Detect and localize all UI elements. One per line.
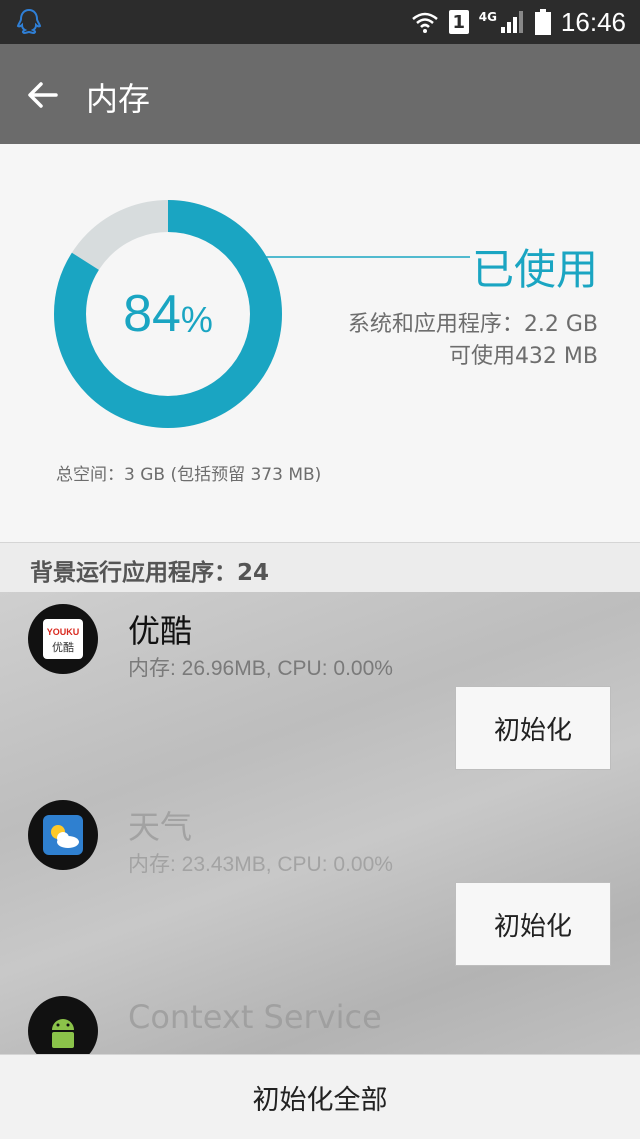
list-item: YOUKU 优酷 优酷 内存: 26.96MB, CPU: 0.00% 初始化 (0, 592, 640, 788)
usage-percent-value: 84 (123, 285, 181, 343)
app-name: 天气 (128, 808, 193, 846)
battery-icon (534, 9, 551, 35)
reset-all-button[interactable]: 初始化全部 (0, 1054, 640, 1139)
youku-logo-text: YOUKU (47, 627, 80, 637)
usage-percent-sign: % (180, 299, 213, 340)
sim-icon: 1 (448, 10, 469, 34)
leader-line (254, 254, 470, 260)
app-name: Context Service (128, 998, 382, 1036)
qq-icon (16, 8, 42, 35)
background-app-list[interactable]: YOUKU 优酷 优酷 内存: 26.96MB, CPU: 0.00% 初始化 … (0, 592, 640, 1054)
sim-slot: 1 (452, 11, 465, 33)
network-type: 4G (478, 10, 497, 24)
list-item: 天气 内存: 23.43MB, CPU: 0.00% 初始化 (0, 788, 640, 984)
system-apps-usage: 系统和应用程序：2.2 GB (347, 312, 598, 337)
app-stats: 内存: 23.43MB, CPU: 0.00% (128, 853, 393, 876)
reset-app-button[interactable]: 初始化 (455, 882, 611, 966)
wifi-icon (411, 12, 438, 33)
total-space: 总空间：3 GB (包括预留 373 MB) (56, 465, 322, 485)
available-memory: 可使用432 MB (448, 344, 598, 369)
app-stats: 内存: 26.96MB, CPU: 0.00% (128, 657, 393, 680)
youku-logo-subtext: 优酷 (52, 641, 74, 654)
app-name: 优酷 (128, 612, 193, 650)
used-label: 已使用 (471, 245, 598, 294)
list-item: Context Service (0, 984, 640, 1054)
status-bar: 1 4G 16:46 (0, 0, 640, 44)
clock: 16:46 (560, 6, 626, 37)
page-title: 内存 (86, 80, 151, 118)
app-bar: 内存 (0, 44, 640, 144)
memory-usage-panel: 84% 已使用 系统和应用程序：2.2 GB 可使用432 MB 总空间：3 G… (0, 144, 640, 542)
usage-percent: 84% (54, 200, 282, 428)
weather-icon (28, 800, 98, 870)
youku-icon: YOUKU 优酷 (28, 604, 98, 674)
signal-icon (500, 11, 523, 33)
background-apps-count: 背景运行应用程序：24 (30, 560, 270, 586)
reset-app-button[interactable]: 初始化 (455, 686, 611, 770)
background-apps-header: 背景运行应用程序：24 (0, 542, 640, 593)
arrow-left-icon[interactable] (26, 78, 60, 112)
status-icons: 1 4G 16:46 (411, 0, 626, 44)
android-icon (28, 996, 98, 1054)
